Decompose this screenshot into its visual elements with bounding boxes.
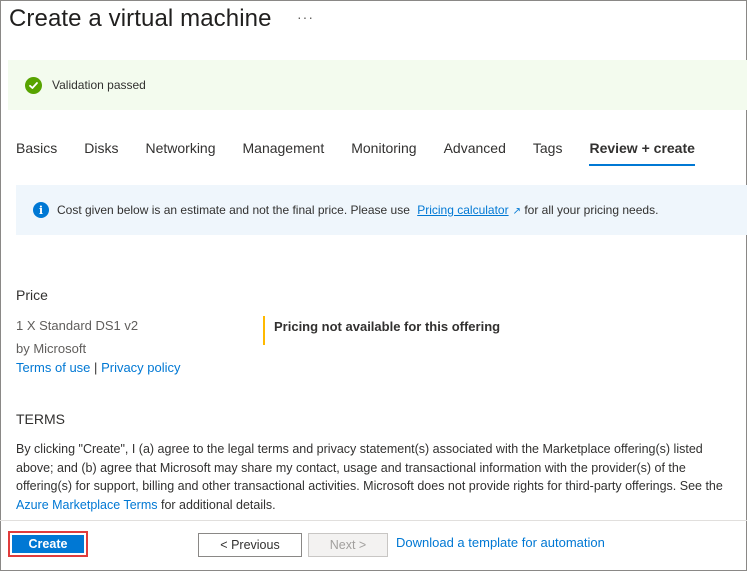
terms-body: By clicking "Create", I (a) agree to the… xyxy=(16,440,742,515)
info-message: Cost given below is an estimate and not … xyxy=(57,203,658,217)
pricing-note: Pricing not available for this offering xyxy=(263,316,500,345)
external-link-icon: ↗ xyxy=(512,206,521,217)
create-button[interactable]: Create xyxy=(12,535,84,553)
tab-advanced[interactable]: Advanced xyxy=(444,140,506,166)
tab-management[interactable]: Management xyxy=(243,140,325,166)
offer-links: Terms of use | Privacy policy xyxy=(16,360,181,375)
tab-review-create[interactable]: Review + create xyxy=(589,140,695,166)
page-title: Create a virtual machine xyxy=(9,5,272,32)
validation-banner: Validation passed xyxy=(8,60,747,110)
previous-button[interactable]: < Previous xyxy=(198,533,302,557)
offer-name: 1 X Standard DS1 v2 xyxy=(16,318,139,333)
footer-divider xyxy=(0,520,747,521)
check-circle-icon xyxy=(25,76,42,94)
tab-networking[interactable]: Networking xyxy=(145,140,215,166)
tab-strip: Basics Disks Networking Management Monit… xyxy=(16,140,722,166)
validation-text: Validation passed xyxy=(52,78,146,92)
terms-text-after: for additional details. xyxy=(160,498,276,513)
terms-of-use-link[interactable]: Terms of use xyxy=(16,360,90,375)
price-heading: Price xyxy=(16,287,48,303)
terms-heading: TERMS xyxy=(16,411,65,427)
download-template-link[interactable]: Download a template for automation xyxy=(396,535,605,550)
info-icon: i xyxy=(33,202,49,218)
pricing-calculator-link[interactable]: Pricing calculator xyxy=(417,203,508,217)
info-text-before: Cost given below is an estimate and not … xyxy=(57,203,410,217)
privacy-policy-link[interactable]: Privacy policy xyxy=(101,360,180,375)
tab-monitoring[interactable]: Monitoring xyxy=(351,140,416,166)
tab-tags[interactable]: Tags xyxy=(533,140,563,166)
info-banner: i Cost given below is an estimate and no… xyxy=(16,185,747,235)
create-button-highlight: Create xyxy=(8,531,88,557)
more-options-button[interactable]: ··· xyxy=(297,9,314,25)
link-separator: | xyxy=(94,360,98,375)
info-text-after: for all your pricing needs. xyxy=(524,203,659,217)
tab-basics[interactable]: Basics xyxy=(16,140,57,166)
offer-publisher: by Microsoft xyxy=(16,341,87,356)
terms-text: By clicking "Create", I (a) agree to the… xyxy=(16,442,723,494)
marketplace-terms-link[interactable]: Azure Marketplace Terms xyxy=(16,498,158,512)
tab-disks[interactable]: Disks xyxy=(84,140,118,166)
next-button[interactable]: Next > xyxy=(308,533,388,557)
